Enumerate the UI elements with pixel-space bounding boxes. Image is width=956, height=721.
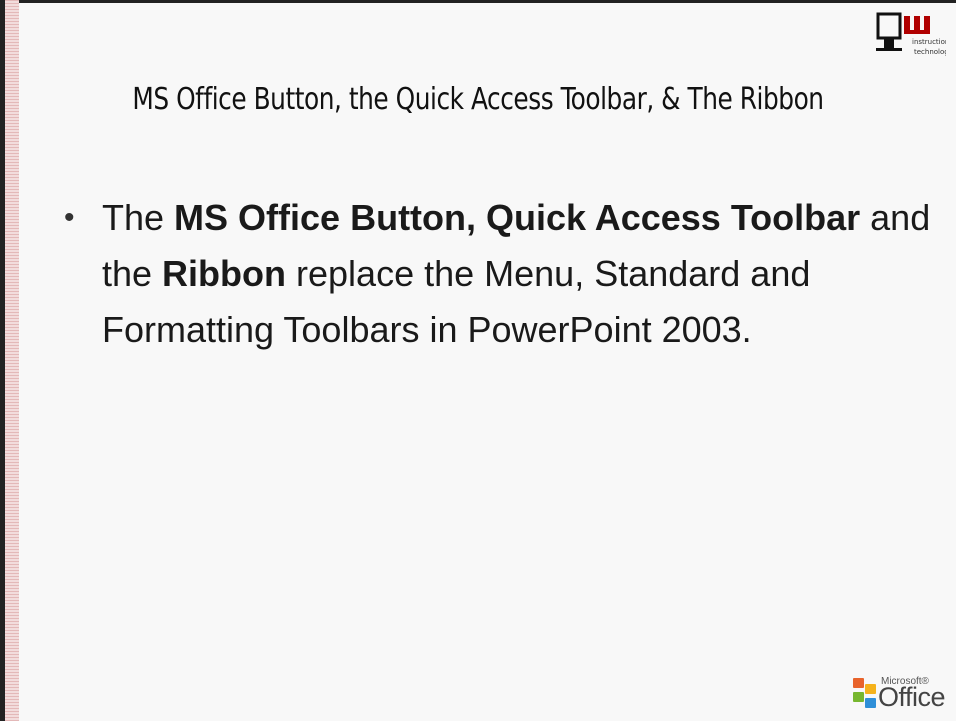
- iu-logo: instructional technology: [870, 10, 956, 68]
- iu-logo-line1: instructional: [912, 38, 946, 46]
- bullet-bold-2: Ribbon: [162, 253, 287, 294]
- top-border: [0, 0, 956, 3]
- bullet-bold-1: MS Office Button, Quick Access Toolbar: [174, 197, 861, 238]
- bullet-text-1: The: [102, 197, 175, 238]
- bullet-dot: •: [64, 201, 75, 234]
- iu-logo-line2: technology: [914, 48, 946, 56]
- ms-office-icon: [853, 678, 876, 708]
- bullet-text: The MS Office Button, Quick Access Toolb…: [102, 190, 934, 358]
- iu-logo-icon: instructional technology: [876, 12, 956, 56]
- slide: instructional technology MS Office Butto…: [0, 0, 956, 721]
- slide-title: MS Office Button, the Quick Access Toolb…: [132, 82, 824, 117]
- ms-office-logo: Microsoft® Office: [852, 668, 956, 721]
- ms-logo-big-text: Office: [878, 682, 946, 712]
- decorative-stripe: [5, 0, 19, 721]
